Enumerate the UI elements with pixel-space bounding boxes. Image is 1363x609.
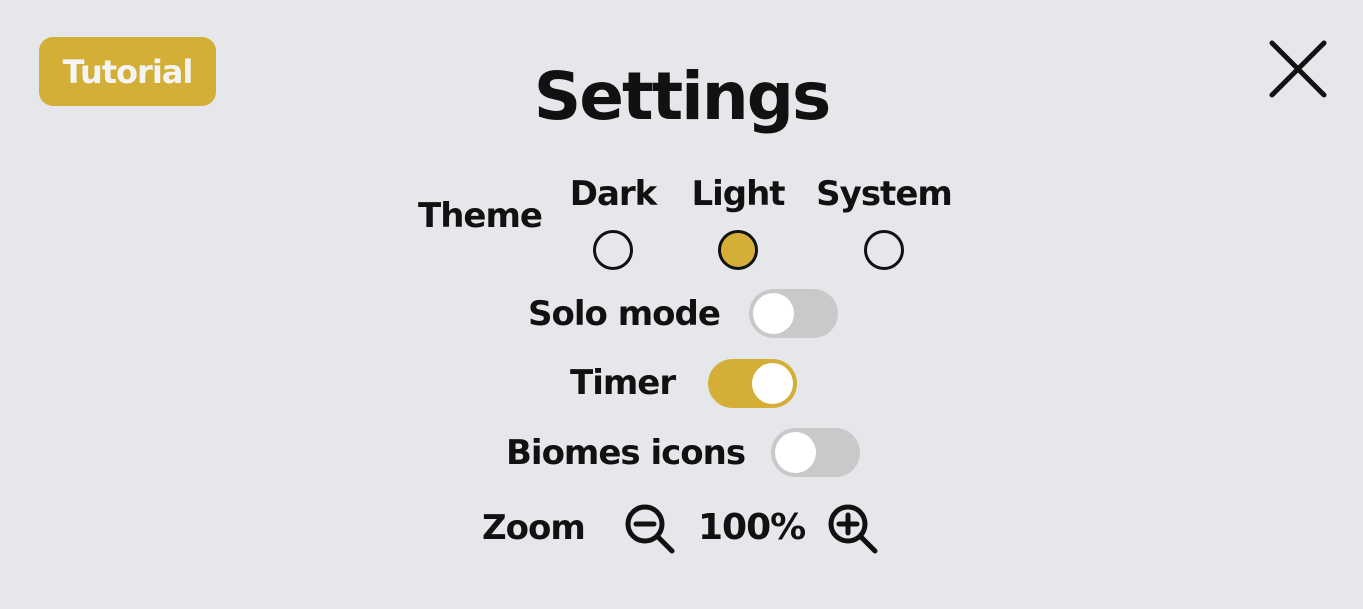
timer-label: Timer [570, 363, 676, 403]
theme-option-label: Light [691, 174, 785, 214]
zoom-in-button[interactable] [826, 502, 880, 556]
zoom-label: Zoom [482, 508, 586, 548]
solo-mode-toggle[interactable] [749, 289, 838, 338]
toggle-knob [752, 363, 793, 404]
zoom-out-icon [625, 504, 675, 554]
theme-option-label: System [816, 174, 953, 214]
zoom-in-icon [828, 504, 878, 554]
theme-label: Theme [418, 196, 543, 236]
theme-radio-system[interactable] [864, 230, 904, 270]
settings-page: Tutorial Settings Theme Dark Light Syste… [0, 0, 1363, 609]
theme-option-system[interactable]: System [809, 174, 959, 270]
toggle-knob [775, 432, 816, 473]
theme-option-label: Dark [569, 174, 658, 214]
zoom-value: 100% [698, 507, 806, 548]
theme-radio-dark[interactable] [593, 230, 633, 270]
theme-option-light[interactable]: Light [663, 174, 813, 270]
biomes-icons-toggle[interactable] [771, 428, 860, 477]
timer-toggle[interactable] [708, 359, 797, 408]
page-title: Settings [533, 58, 832, 135]
zoom-out-button[interactable] [623, 502, 677, 556]
toggle-knob [753, 293, 794, 334]
biomes-icons-label: Biomes icons [506, 433, 746, 473]
theme-radio-light[interactable] [718, 230, 758, 270]
solo-mode-label: Solo mode [528, 294, 721, 334]
